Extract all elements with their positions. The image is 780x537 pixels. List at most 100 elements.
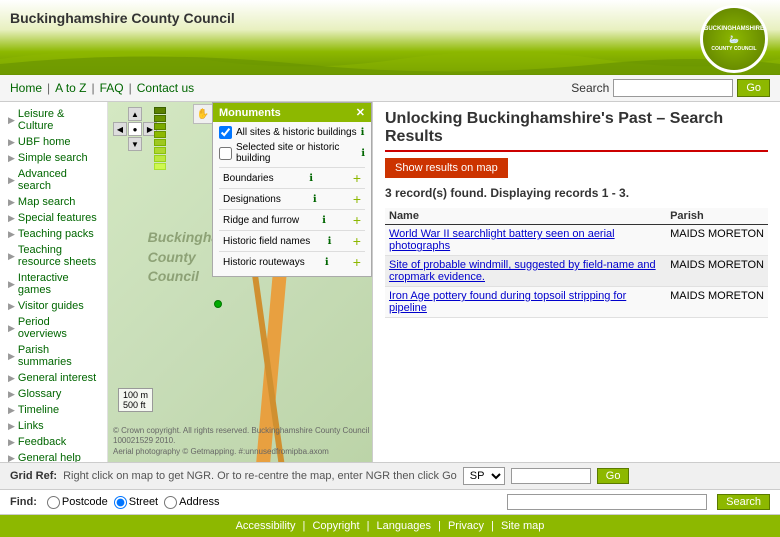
footer-sep-4: | xyxy=(491,520,494,532)
search-go-button[interactable]: Go xyxy=(737,79,770,97)
radio-postcode[interactable] xyxy=(47,496,60,509)
routeways-label: Historic routeways xyxy=(223,257,305,268)
result-name-link[interactable]: Iron Age pottery found during topsoil st… xyxy=(389,290,626,314)
gridref-go-button[interactable]: Go xyxy=(597,468,630,484)
gridref-bar: Grid Ref: Right click on map to get NGR.… xyxy=(0,462,780,490)
footer-sep-3: | xyxy=(438,520,441,532)
sidebar-item-timeline[interactable]: ▶ Timeline xyxy=(0,402,107,418)
sidebar-item-feedback[interactable]: ▶ Feedback xyxy=(0,434,107,450)
ridge-furrow-label: Ridge and furrow xyxy=(223,215,299,226)
arrow-icon: ▶ xyxy=(8,213,15,224)
result-name-cell: Iron Age pottery found during topsoil st… xyxy=(385,287,666,318)
result-name-link[interactable]: World War II searchlight battery seen on… xyxy=(389,228,615,252)
nav-atoz[interactable]: A to Z xyxy=(55,81,86,95)
sidebar-item-period-overviews[interactable]: ▶ Period overviews xyxy=(0,314,107,342)
footer-privacy[interactable]: Privacy xyxy=(448,520,484,532)
radio-address[interactable] xyxy=(164,496,177,509)
sidebar-item-links[interactable]: ▶ Links xyxy=(0,418,107,434)
sidebar-item-teaching-packs[interactable]: ▶ Teaching packs xyxy=(0,226,107,242)
sidebar-item-map-search[interactable]: ▶ Map search xyxy=(0,194,107,210)
zoom-slider[interactable] xyxy=(154,107,166,170)
info-icon-routeways: ℹ xyxy=(325,257,329,268)
monuments-panel: Monuments ✕ All sites & historic buildin… xyxy=(212,102,372,277)
monuments-designations[interactable]: Designations ℹ + xyxy=(219,188,365,209)
table-row: Site of probable windmill, suggested by … xyxy=(385,256,768,287)
monuments-boundaries[interactable]: Boundaries ℹ + xyxy=(219,167,365,188)
results-table: Name Parish World War II searchlight bat… xyxy=(385,208,768,318)
result-name-link[interactable]: Site of probable windmill, suggested by … xyxy=(389,259,656,283)
arrow-icon: ▶ xyxy=(8,137,15,148)
gridref-label: Grid Ref: xyxy=(10,470,57,482)
zoom-segment xyxy=(154,163,166,170)
sidebar-item-glossary[interactable]: ▶ Glossary xyxy=(0,386,107,402)
nav-nw xyxy=(113,107,127,121)
expand-routeways-icon: + xyxy=(353,254,361,270)
sidebar-item-general-help[interactable]: ▶ General help xyxy=(0,450,107,462)
gridref-input[interactable] xyxy=(511,468,591,484)
zoom-segment xyxy=(154,107,166,114)
arrow-icon: ▶ xyxy=(8,453,15,463)
address-label: Address xyxy=(179,496,219,508)
zoom-segment xyxy=(154,123,166,130)
header: Buckinghamshire County Council BUCKINGHA… xyxy=(0,0,780,75)
council-logo: BUCKINGHAMSHIRE 🦢 COUNTY COUNCIL xyxy=(700,5,770,75)
find-search-button[interactable]: Search xyxy=(717,494,770,510)
nav-sw xyxy=(113,137,127,151)
find-radio-group: Postcode Street Address xyxy=(47,496,220,509)
col-header-name: Name xyxy=(385,208,666,225)
table-row: Iron Age pottery found during topsoil st… xyxy=(385,287,768,318)
sidebar-item-leisure[interactable]: ▶ Leisure & Culture xyxy=(0,106,107,134)
checkbox-selected-label: Selected site or historic building xyxy=(236,142,357,164)
results-tbody: World War II searchlight battery seen on… xyxy=(385,225,768,318)
nav-contact[interactable]: Contact us xyxy=(137,81,194,95)
sidebar-item-general-interest[interactable]: ▶ General interest xyxy=(0,370,107,386)
nav-left-button[interactable]: ◀ xyxy=(113,122,127,136)
monuments-checkbox-selected: Selected site or historic building ℹ xyxy=(219,142,365,164)
monuments-field-names[interactable]: Historic field names ℹ + xyxy=(219,230,365,251)
monuments-close-button[interactable]: ✕ xyxy=(356,106,365,119)
footer-copyright[interactable]: Copyright xyxy=(312,520,359,532)
sidebar-item-interactive-games[interactable]: ▶ Interactive games xyxy=(0,270,107,298)
street-label: Street xyxy=(129,496,158,508)
find-input[interactable] xyxy=(507,494,707,510)
sidebar-item-ubf[interactable]: ▶ UBF home xyxy=(0,134,107,150)
map-container: Buckinghamshire County Council ▲ ◀ ● ▶ ▼ xyxy=(108,102,373,462)
sidebar-item-simple-search[interactable]: ▶ Simple search xyxy=(0,150,107,166)
sidebar-item-visitor-guides[interactable]: ▶ Visitor guides xyxy=(0,298,107,314)
show-results-button[interactable]: Show results on map xyxy=(385,158,508,178)
nav-sep-1: | xyxy=(47,81,50,95)
monuments-body: All sites & historic buildings ℹ Selecte… xyxy=(213,122,371,276)
radio-street[interactable] xyxy=(114,496,127,509)
arrow-icon: ▶ xyxy=(8,115,15,126)
footer-sitemap[interactable]: Site map xyxy=(501,520,544,532)
sidebar-item-advanced-search[interactable]: ▶ Advanced search xyxy=(0,166,107,194)
nav-down-button[interactable]: ▼ xyxy=(128,137,142,151)
search-input[interactable] xyxy=(613,79,733,97)
nav-sep-3: | xyxy=(129,81,132,95)
arrow-icon: ▶ xyxy=(8,405,15,416)
sidebar-item-special-features[interactable]: ▶ Special features xyxy=(0,210,107,226)
sidebar-item-teaching-resource[interactable]: ▶ Teaching resource sheets xyxy=(0,242,107,270)
result-name-cell: World War II searchlight battery seen on… xyxy=(385,225,666,256)
monuments-routeways[interactable]: Historic routeways ℹ + xyxy=(219,251,365,272)
nav-home[interactable]: Home xyxy=(10,81,42,95)
map-scale: 100 m 500 ft xyxy=(118,388,153,412)
checkbox-all-sites[interactable] xyxy=(219,126,232,139)
footer-sep-1: | xyxy=(303,520,306,532)
footer-languages[interactable]: Languages xyxy=(377,520,431,532)
nav-faq[interactable]: FAQ xyxy=(100,81,124,95)
nav-center-button[interactable]: ● xyxy=(128,122,142,136)
gridref-select[interactable]: SP SU TL xyxy=(463,467,505,485)
arrow-icon: ▶ xyxy=(8,421,15,432)
footer-accessibility[interactable]: Accessibility xyxy=(236,520,296,532)
monuments-ridge-furrow[interactable]: Ridge and furrow ℹ + xyxy=(219,209,365,230)
gridref-instruction: Right click on map to get NGR. Or to re-… xyxy=(63,470,457,482)
sidebar-item-parish-summaries[interactable]: ▶ Parish summaries xyxy=(0,342,107,370)
checkbox-selected-site[interactable] xyxy=(219,147,232,160)
map-area[interactable]: Buckinghamshire County Council ▲ ◀ ● ▶ ▼ xyxy=(108,102,372,462)
toolbar-hand-button[interactable]: ✋ xyxy=(193,104,213,124)
arrow-icon: ▶ xyxy=(8,373,15,384)
expand-field-icon: + xyxy=(353,233,361,249)
sidebar: ▶ Leisure & Culture ▶ UBF home ▶ Simple … xyxy=(0,102,108,462)
nav-up-button[interactable]: ▲ xyxy=(128,107,142,121)
